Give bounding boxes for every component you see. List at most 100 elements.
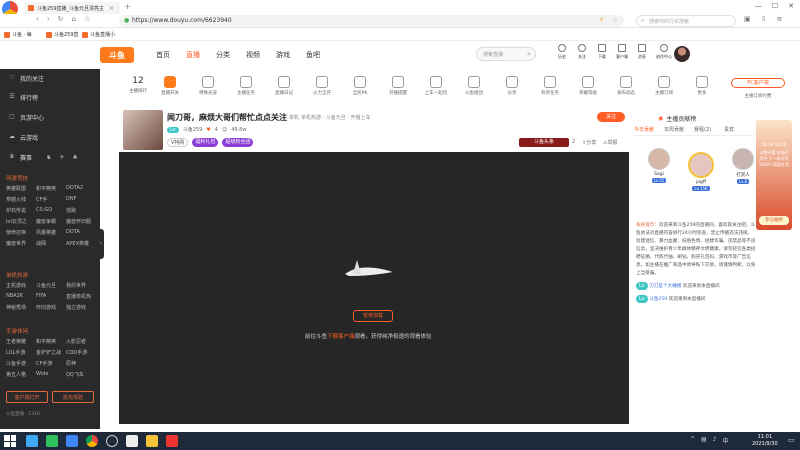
notification-icon[interactable]: ▭ bbox=[788, 436, 795, 444]
bookmark-item[interactable]: 斗鱼259直 bbox=[46, 31, 79, 38]
anchor-headline-button[interactable]: 斗鱼头条 bbox=[519, 138, 569, 147]
creator-button-header[interactable]: 创作中心 bbox=[654, 44, 674, 60]
tray-network-icon[interactable]: ▤ bbox=[701, 436, 707, 445]
sidebar-category-link[interactable]: DOTA2 bbox=[66, 185, 96, 192]
history-button[interactable]: 历史 bbox=[554, 44, 570, 60]
sidebar-category-link[interactable]: CS:GO bbox=[36, 207, 66, 214]
sidebar-item-follow[interactable]: ♡ 我的关注 bbox=[0, 71, 100, 85]
bookmark-item[interactable]: 斗鱼直播小 bbox=[82, 31, 115, 38]
taskbar-pencil-icon[interactable] bbox=[126, 435, 138, 447]
early-access-button[interactable]: 抢先体验 bbox=[52, 391, 94, 403]
vip-badge[interactable]: V特购 bbox=[167, 138, 189, 147]
function-item[interactable]: 分享 bbox=[499, 76, 525, 96]
function-item[interactable]: 主播订阅 bbox=[651, 76, 677, 96]
sidebar-category-link[interactable]: lol云顶之 bbox=[6, 218, 36, 225]
sidebar-category-link[interactable]: 逃跑 bbox=[66, 207, 96, 214]
tab-close-icon[interactable]: × bbox=[109, 5, 114, 12]
sidebar-item-webgame[interactable]: ▢ 页游中心 bbox=[0, 110, 100, 124]
sidebar-category-link[interactable]: COD手游 bbox=[66, 349, 96, 356]
function-item[interactable]: 直播开关 bbox=[157, 76, 183, 96]
url-field[interactable]: ● https://www.douyu.com/6623940 ⚡ ☆ bbox=[119, 15, 624, 27]
sidebar-category-link[interactable]: 英雄联盟 bbox=[6, 185, 36, 192]
sidebar-category-link[interactable]: 魔兽争霸 bbox=[36, 218, 66, 225]
chat-sender[interactable]: 斗鱼259 bbox=[649, 297, 667, 302]
client-button-header[interactable]: 客户端 bbox=[614, 44, 630, 60]
top-user[interactable]: Sagi Lv.25 bbox=[644, 148, 674, 184]
stream-breadcrumb[interactable]: 单机热游 · 斗鱼元旦 · 开播上车 bbox=[301, 114, 371, 121]
tray-volume-icon[interactable]: ♪ bbox=[713, 436, 717, 445]
nav-home[interactable]: 首页 bbox=[156, 50, 186, 60]
forward-icon[interactable]: › bbox=[47, 15, 50, 23]
function-item[interactable]: 特殊光波 bbox=[195, 76, 221, 96]
message-button-header[interactable]: 消息 bbox=[634, 44, 650, 60]
stream-follow-button[interactable]: 关注 bbox=[597, 112, 625, 122]
back-icon[interactable]: ‹ bbox=[36, 15, 39, 23]
browser-tab[interactable]: 斗鱼259直播_斗鱼元旦漂亮主 × bbox=[24, 2, 120, 14]
sidebar-category-link[interactable]: 战网 bbox=[36, 240, 66, 247]
sidebar-item-rank[interactable]: ☰ 排行榜 bbox=[0, 90, 100, 104]
nav-video[interactable]: 视频 bbox=[246, 50, 276, 60]
minimize-icon[interactable]: — bbox=[755, 2, 762, 10]
function-item[interactable]: 全民PK bbox=[347, 76, 373, 96]
sidebar-category-link[interactable]: APEX英雄 bbox=[66, 240, 96, 247]
sidebar-category-link[interactable]: DOTA bbox=[66, 229, 96, 236]
streamer-avatar[interactable] bbox=[123, 110, 163, 150]
function-item[interactable]: 发布动态 bbox=[613, 76, 639, 96]
user-avatar[interactable] bbox=[674, 46, 690, 62]
top-user[interactable]: pigff Lv.156 bbox=[684, 152, 718, 192]
pc-client-button[interactable]: PC客户端 bbox=[731, 78, 785, 88]
sidebar-category-link[interactable]: 魔兽怀旧服 bbox=[66, 218, 96, 225]
function-item[interactable]: 主播任务 bbox=[233, 76, 259, 96]
douyu-logo[interactable]: 斗鱼 bbox=[100, 47, 134, 63]
sidebar-category-link[interactable]: 斗鱼手游 bbox=[6, 360, 36, 367]
sidebar-category-link[interactable]: DNF bbox=[66, 196, 96, 203]
taskbar-yellow-app-icon[interactable] bbox=[146, 435, 158, 447]
taskbar-clock-icon[interactable] bbox=[106, 435, 118, 447]
taskbar-app-icon[interactable] bbox=[66, 435, 78, 447]
function-item[interactable]: 有奖任务 bbox=[537, 76, 563, 96]
sidebar-item-esports[interactable]: ♛ 赛事 ♞✈♣ bbox=[0, 150, 100, 164]
sidebar-category-link[interactable]: QQ飞车 bbox=[66, 371, 96, 378]
report-link[interactable]: ⚠举报 bbox=[603, 139, 618, 146]
site-search-field[interactable]: 搜索直播 ⌕ bbox=[476, 47, 536, 61]
sidebar-category-link[interactable]: LOL手游 bbox=[6, 349, 36, 356]
sidebar-category-link[interactable]: 炉石传说 bbox=[6, 207, 36, 214]
fan-group-badge[interactable]: 超级粉丝团 bbox=[222, 138, 254, 147]
nav-live[interactable]: 直播 bbox=[186, 50, 216, 60]
tray-up-icon[interactable]: ^ bbox=[690, 436, 695, 445]
tab-week[interactable]: 本周贡献 bbox=[664, 126, 694, 135]
ime-lang[interactable]: 中 bbox=[723, 436, 729, 445]
sidebar-category-link[interactable]: 主机游戏 bbox=[6, 282, 36, 289]
function-item[interactable]: 斗鱼组团 bbox=[461, 76, 487, 96]
follow-button-header[interactable]: 关注 bbox=[574, 44, 590, 60]
sidebar-category-link[interactable]: 穿越火线 bbox=[6, 196, 36, 203]
stream-tag[interactable]: 单机 bbox=[289, 114, 299, 121]
bookmark-star-icon[interactable]: ☆ bbox=[612, 16, 618, 24]
promo-ad-button[interactable]: 参与抽奖 bbox=[759, 216, 789, 225]
sidebar-category-link[interactable]: 原神 bbox=[66, 360, 96, 367]
function-item[interactable]: 上车一起玩 bbox=[423, 76, 449, 96]
taskbar-red-app-icon[interactable] bbox=[166, 435, 178, 447]
tab-vip[interactable]: 贵宾 bbox=[724, 126, 754, 135]
sidebar-category-link[interactable]: 第五人格 bbox=[6, 371, 36, 378]
promo-ad[interactable]: 斗鱼好看 本场开奖中 下一场开奖 1000个奖励礼包 18:00-12:00 参… bbox=[756, 120, 792, 230]
maximize-icon[interactable]: ☐ bbox=[772, 2, 778, 10]
function-item[interactable]: 直播日记 bbox=[271, 76, 297, 96]
sidebar-category-link[interactable]: 怀旧游戏 bbox=[36, 304, 66, 311]
lightning-icon[interactable]: ⚡ bbox=[599, 16, 604, 24]
taskbar-wechat-icon[interactable] bbox=[46, 435, 58, 447]
nav-category[interactable]: 分类 bbox=[216, 50, 246, 60]
extension-icon[interactable]: ▣ bbox=[744, 15, 751, 23]
share-link[interactable]: ⇪分享 bbox=[582, 139, 596, 146]
sidebar-item-cloudgame[interactable]: ☁ 云游戏 bbox=[0, 130, 100, 144]
sidebar-category-link[interactable]: 火影忍者 bbox=[66, 338, 96, 345]
gift-pack-badge[interactable]: 福利礼包 bbox=[192, 138, 219, 147]
download-icon[interactable]: ⇩ bbox=[761, 15, 767, 23]
sidebar-category-link[interactable]: FIFA bbox=[36, 293, 66, 300]
new-tab-button[interactable]: + bbox=[124, 2, 131, 11]
nav-game[interactable]: 游戏 bbox=[276, 50, 306, 60]
top-user[interactable]: 打赏人 Lv.8 bbox=[728, 148, 758, 185]
sidebar-category-link[interactable]: CF手游 bbox=[36, 360, 66, 367]
sidebar-category-link[interactable]: Wide bbox=[36, 371, 66, 378]
taskbar-chrome-icon[interactable] bbox=[86, 435, 98, 447]
